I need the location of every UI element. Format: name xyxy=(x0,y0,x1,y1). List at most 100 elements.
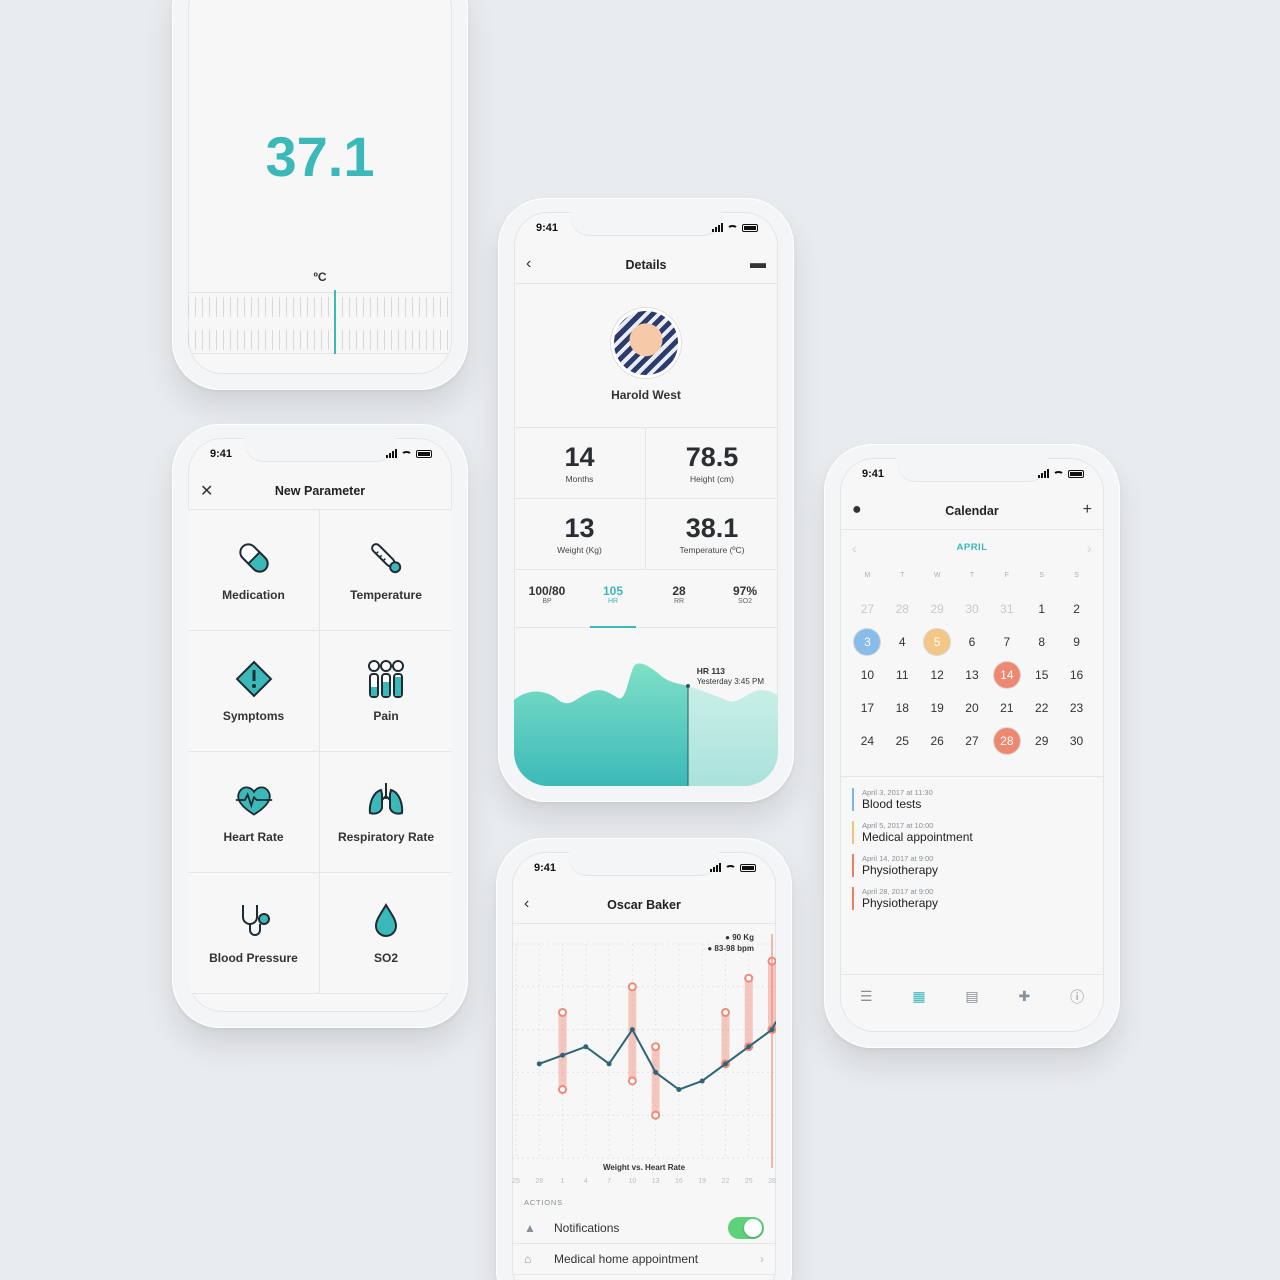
parameter-respiratory-rate[interactable]: Respiratory Rate xyxy=(320,752,452,873)
event-item[interactable]: April 28, 2017 at 9:00 Physiotherapy xyxy=(852,887,1092,910)
info-icon[interactable]: ⓘ xyxy=(1070,987,1084,1007)
screen: 9:41 ✕ New Parameter Medication Temperat… xyxy=(188,438,452,1012)
hr-area-chart xyxy=(514,663,778,786)
calendar-day[interactable]: 20 xyxy=(955,691,990,724)
home-appointment-row[interactable]: ⌂ Medical home appointment › xyxy=(512,1244,776,1275)
day-number: 9 xyxy=(1073,634,1080,649)
calendar-day[interactable]: 16 xyxy=(1059,658,1094,691)
clipboard-icon[interactable]: ▤ xyxy=(965,988,978,1005)
day-number: 29 xyxy=(1035,733,1049,748)
calendar-day[interactable]: 12 xyxy=(920,658,955,691)
day-number: 28 xyxy=(993,727,1020,754)
day-number: 8 xyxy=(1038,634,1046,649)
weight-point xyxy=(653,1069,659,1075)
notifications-toggle[interactable] xyxy=(728,1217,764,1239)
calendar-day[interactable]: 28 xyxy=(885,592,920,625)
calendar-day[interactable]: 7 xyxy=(989,625,1024,658)
list-icon[interactable]: ☰ xyxy=(860,988,873,1005)
tab-so2[interactable]: 97% SO2 xyxy=(712,570,778,627)
folder-icon[interactable]: ▬ xyxy=(750,255,766,273)
day-number: 1 xyxy=(1038,601,1046,616)
calendar-day[interactable]: 30 xyxy=(1059,724,1094,757)
parameter-symptoms[interactable]: Symptoms xyxy=(188,631,320,752)
ruler-needle[interactable] xyxy=(334,290,336,354)
x-tick-label: 13 xyxy=(652,1178,660,1185)
chart-title: Weight vs. Heart Rate xyxy=(603,1163,686,1172)
parameter-label: SO2 xyxy=(373,951,398,965)
prev-month-icon[interactable]: ‹ xyxy=(852,540,857,556)
parameter-medication[interactable]: Medication xyxy=(188,510,320,631)
weekday-label: T xyxy=(969,572,975,579)
tab-bar: ☰ ▦ ▤ ✚ ⓘ xyxy=(840,974,1104,1032)
wifi-icon xyxy=(401,451,412,459)
calendar-day[interactable]: 26 xyxy=(920,724,955,757)
weight-hr-chart[interactable]: ● 90 Kg ● 83-98 bpm Weight vs. Heart Rate 2… xyxy=(512,924,776,1186)
x-tick-label: 28 xyxy=(535,1178,543,1185)
parameter-so2[interactable]: SO2 xyxy=(320,873,452,994)
calendar-day[interactable]: 5 xyxy=(920,625,955,658)
tab-bp[interactable]: 100/80 BP xyxy=(514,570,580,627)
event-item[interactable]: April 14, 2017 at 9:00 Physiotherapy xyxy=(852,854,1092,877)
calendar-day[interactable]: 1 xyxy=(1024,592,1059,625)
day-number: 17 xyxy=(860,700,875,715)
avatar[interactable] xyxy=(611,308,681,378)
calendar-day[interactable]: 10 xyxy=(850,658,885,691)
tab-hr[interactable]: 105 HR xyxy=(580,570,646,628)
hr-range-max xyxy=(744,973,754,983)
action-label: Medical home appointment xyxy=(554,1252,699,1266)
day-number: 12 xyxy=(930,667,944,682)
calendar-day[interactable]: 27 xyxy=(955,724,990,757)
calendar-day[interactable]: 15 xyxy=(1024,658,1059,691)
tab-rr[interactable]: 28 RR xyxy=(646,570,712,627)
calendar-day[interactable]: 23 xyxy=(1059,691,1094,724)
event-date: April 5, 2017 at 10:00 xyxy=(862,821,934,830)
calendar-day[interactable]: 29 xyxy=(1024,724,1059,757)
parameter-temperature[interactable]: Temperature xyxy=(320,510,452,631)
calendar-day[interactable]: 31 xyxy=(989,592,1024,625)
month-header: ‹ APRIL › xyxy=(840,540,1104,556)
add-icon[interactable]: + xyxy=(1083,501,1092,519)
calendar-day[interactable]: 28 xyxy=(989,724,1024,757)
calendar-day[interactable]: 6 xyxy=(955,625,990,658)
weight-hr-svg: ● 90 Kg ● 83-98 bpm Weight vs. Heart Rate 2… xyxy=(512,933,776,1185)
parameter-label: Blood Pressure xyxy=(209,951,298,965)
calendar-day[interactable]: 29 xyxy=(920,592,955,625)
calendar-day[interactable]: 8 xyxy=(1024,625,1059,658)
calendar-day[interactable]: 11 xyxy=(885,658,920,691)
weight-point xyxy=(746,1044,752,1050)
stat-label: Height (cm) xyxy=(690,474,734,484)
next-month-icon[interactable]: › xyxy=(1087,540,1092,556)
bandage-icon[interactable]: ✚ xyxy=(1018,988,1030,1005)
x-tick-label: 16 xyxy=(675,1178,683,1185)
calendar-day[interactable]: 21 xyxy=(989,691,1024,724)
calendar-day[interactable]: 3 xyxy=(850,625,885,658)
calendar-day[interactable]: 22 xyxy=(1024,691,1059,724)
stat-value: 78.5 xyxy=(685,442,739,472)
calendar-day[interactable]: 17 xyxy=(850,691,885,724)
calendar-icon[interactable]: ▦ xyxy=(912,988,925,1005)
notifications-row[interactable]: ▲ Notifications xyxy=(512,1213,776,1244)
event-item[interactable]: April 5, 2017 at 10:00 Medical appointmen… xyxy=(852,821,1092,844)
hr-chart[interactable]: HR 113 Yesterday 3:45 PM xyxy=(514,628,778,786)
calendar-day[interactable]: 24 xyxy=(850,724,885,757)
calendar-day[interactable]: 2 xyxy=(1059,592,1094,625)
temperature-value: 37.1 xyxy=(265,125,375,188)
calendar-day[interactable]: 9 xyxy=(1059,625,1094,658)
calendar-day[interactable]: 19 xyxy=(920,691,955,724)
calendar-day[interactable]: 27 xyxy=(850,592,885,625)
stat-value: 13 xyxy=(564,513,595,543)
vital-label: HR xyxy=(607,598,619,605)
calendar-day[interactable]: 25 xyxy=(885,724,920,757)
parameter-blood-pressure[interactable]: Blood Pressure xyxy=(188,873,320,994)
parameter-heart-rate[interactable]: Heart Rate xyxy=(188,752,320,873)
parameter-pain[interactable]: Pain xyxy=(320,631,452,752)
calendar-day[interactable]: 13 xyxy=(955,658,990,691)
day-number: 27 xyxy=(965,733,979,748)
hr-range-bar xyxy=(558,1012,567,1090)
signal-icon xyxy=(712,223,723,232)
calendar-day[interactable]: 18 xyxy=(885,691,920,724)
event-item[interactable]: April 3, 2017 at 11:30 Blood tests xyxy=(852,788,1092,811)
calendar-day[interactable]: 4 xyxy=(885,625,920,658)
calendar-day[interactable]: 30 xyxy=(955,592,990,625)
calendar-day[interactable]: 14 xyxy=(989,658,1024,691)
